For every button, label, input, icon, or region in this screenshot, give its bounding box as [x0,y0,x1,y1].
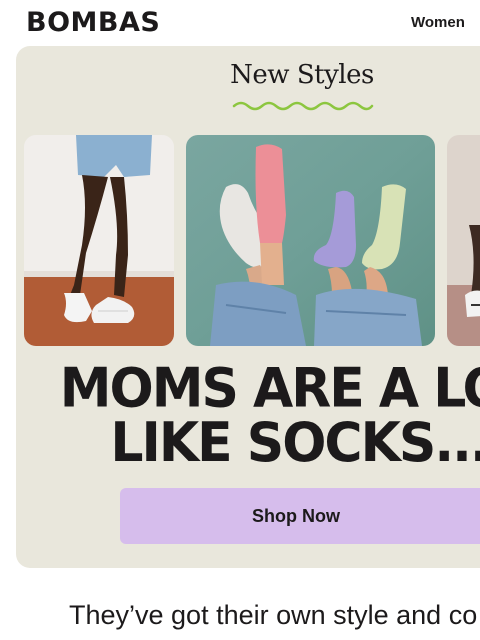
product-photo-ankle-socks[interactable] [186,135,435,346]
hero-headline: MOMS ARE A LOT LIKE SOCKS... [16,361,480,470]
headline-line-2: LIKE SOCKS... [110,411,480,475]
body-subcopy: They’ve got their own style and co [69,600,478,630]
squiggle-underline [232,101,374,111]
product-photo-partial[interactable] [447,135,480,346]
nav-women-link[interactable]: Women [411,14,465,31]
product-photo-denim-shorts[interactable] [24,135,174,346]
bombas-logo[interactable]: BOMBAS [26,7,160,38]
hero-eyebrow: New Styles [230,60,374,90]
site-header: BOMBAS Women [0,0,480,46]
shop-now-button[interactable]: Shop Now [120,488,480,544]
headline-line-1: MOMS ARE A LOT [59,357,480,421]
hero-banner: New Styles MOMS ARE A L LIKE SOCKS... Sh… [16,46,480,568]
shop-now-label: Shop Now [252,505,340,526]
